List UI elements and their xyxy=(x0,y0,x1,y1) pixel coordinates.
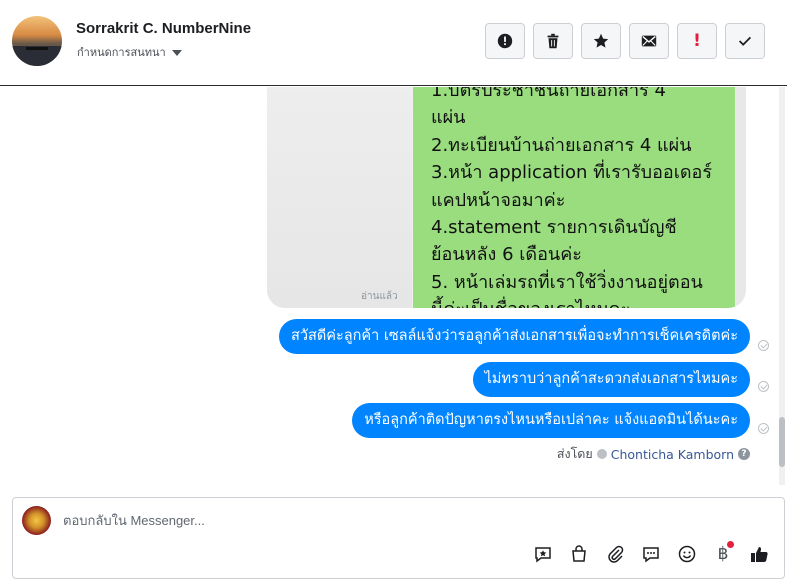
message-row: หรือลูกค้าติดปัญหาตรงไหนหรือเปล่าคะ แจ้ง… xyxy=(352,403,750,438)
help-icon[interactable]: ? xyxy=(738,448,750,460)
smile-icon xyxy=(678,545,696,563)
speech-bubble-icon xyxy=(643,547,659,563)
emoji-button[interactable] xyxy=(674,541,700,567)
message-thread[interactable]: อ่านแล้ว 1.บัตรประชาชนถ่ายเอกสาร 4 แผ่น … xyxy=(0,87,787,485)
image-text-line: 3.หน้า application ที่เรารับออเดอร์ xyxy=(431,162,713,184)
delivered-check-icon xyxy=(758,423,769,434)
contact-avatar[interactable] xyxy=(12,16,62,66)
shop-button[interactable] xyxy=(566,541,592,567)
image-message[interactable]: อ่านแล้ว 1.บัตรประชาชนถ่ายเอกสาร 4 แผ่น … xyxy=(267,87,746,308)
sent-by-prefix: ส่งโดย xyxy=(556,446,593,461)
conversation-header: Sorrakrit C. NumberNine กำหนดการสนทนา ! xyxy=(0,0,787,86)
sent-by-info: ส่งโดย Chonticha Kamborn ? xyxy=(557,444,750,464)
conversation-toolbar: ! xyxy=(485,23,765,59)
image-left-panel: อ่านแล้ว xyxy=(267,87,412,308)
image-text-line: 5. หน้าเล่มรถที่เราใช้วิ่งงานอยู่ตอน xyxy=(431,271,703,293)
delivered-check-icon xyxy=(758,381,769,392)
like-button[interactable] xyxy=(746,541,772,567)
image-text-line: 2.ทะเบียนบ้านถ่ายเอกสาร 4 แผ่น xyxy=(431,134,692,156)
agent-name[interactable]: Chonticha Kamborn xyxy=(611,447,734,462)
message-bubble[interactable]: สวัสดีค่ะลูกค้า เซลล์แจ้งว่ารอลูกค้าส่งเ… xyxy=(279,319,750,354)
image-text-line: นี้ค่ะเป็นชื่อของเราไหมคะ xyxy=(431,296,735,308)
envelope-icon xyxy=(641,35,657,47)
trash-icon xyxy=(547,33,559,49)
image-read-label: อ่านแล้ว xyxy=(361,291,398,302)
avatar-motorbike xyxy=(26,40,48,50)
mark-done-button[interactable] xyxy=(725,23,765,59)
delete-button[interactable] xyxy=(533,23,573,59)
shopping-bag-icon xyxy=(572,545,586,562)
message-bubble[interactable]: หรือลูกค้าติดปัญหาตรงไหนหรือเปล่าคะ แจ้ง… xyxy=(352,403,750,438)
reply-composer: ฿ xyxy=(12,497,785,579)
notification-dot xyxy=(727,541,734,548)
mark-spam-button[interactable] xyxy=(485,23,525,59)
paperclip-icon xyxy=(608,545,624,563)
chat-star-icon xyxy=(535,547,551,563)
thumbs-up-icon xyxy=(751,547,768,562)
image-text-line: แผ่น xyxy=(431,107,466,129)
image-text-line: แคปหน้าจอมาค่ะ xyxy=(431,189,566,211)
star-button[interactable] xyxy=(581,23,621,59)
attach-button[interactable] xyxy=(602,541,628,567)
caret-down-icon xyxy=(171,50,182,57)
page-avatar xyxy=(22,506,51,535)
mark-unread-button[interactable] xyxy=(629,23,669,59)
alert-circle-icon xyxy=(497,33,513,49)
image-right-edge xyxy=(735,87,746,308)
saved-replies-button[interactable] xyxy=(530,541,556,567)
image-text-line: ย้อนหลัง 6 เดือนค่ะ xyxy=(431,244,582,266)
exclamation-icon: ! xyxy=(693,31,701,51)
image-text-line: 1.บัตรประชาชนถ่ายเอกสาร 4 xyxy=(431,87,666,101)
conversation-settings-dropdown[interactable]: กำหนดการสนทนา xyxy=(77,43,182,61)
star-icon xyxy=(593,33,609,48)
image-text-line: 4.statement รายการเดินบัญชี xyxy=(431,217,677,239)
message-bubble[interactable]: ไม่ทราบว่าลูกค้าสะดวกส่งเอกสารไหมคะ xyxy=(472,362,750,397)
image-document-list: 1.บัตรประชาชนถ่ายเอกสาร 4 แผ่น 2.ทะเบียน… xyxy=(413,87,735,308)
message-row: สวัสดีค่ะลูกค้า เซลล์แจ้งว่ารอลูกค้าส่งเ… xyxy=(279,319,750,354)
contact-name[interactable]: Sorrakrit C. NumberNine xyxy=(76,20,251,37)
thread-scrollbar-thumb[interactable] xyxy=(779,417,785,467)
message-row: ไม่ทราบว่าลูกค้าสะดวกส่งเอกสารไหมคะ xyxy=(472,362,750,397)
chat-bubble-button[interactable] xyxy=(638,541,664,567)
conversation-settings-label: กำหนดการสนทนา xyxy=(77,47,166,59)
payment-button[interactable]: ฿ xyxy=(710,541,736,567)
follow-up-button[interactable]: ! xyxy=(677,23,717,59)
delivered-check-icon xyxy=(758,340,769,351)
baht-icon: ฿ xyxy=(717,544,729,564)
check-circle-icon xyxy=(596,449,607,459)
composer-actions: ฿ xyxy=(530,541,772,567)
check-icon xyxy=(738,36,752,46)
reply-input[interactable] xyxy=(63,513,663,528)
